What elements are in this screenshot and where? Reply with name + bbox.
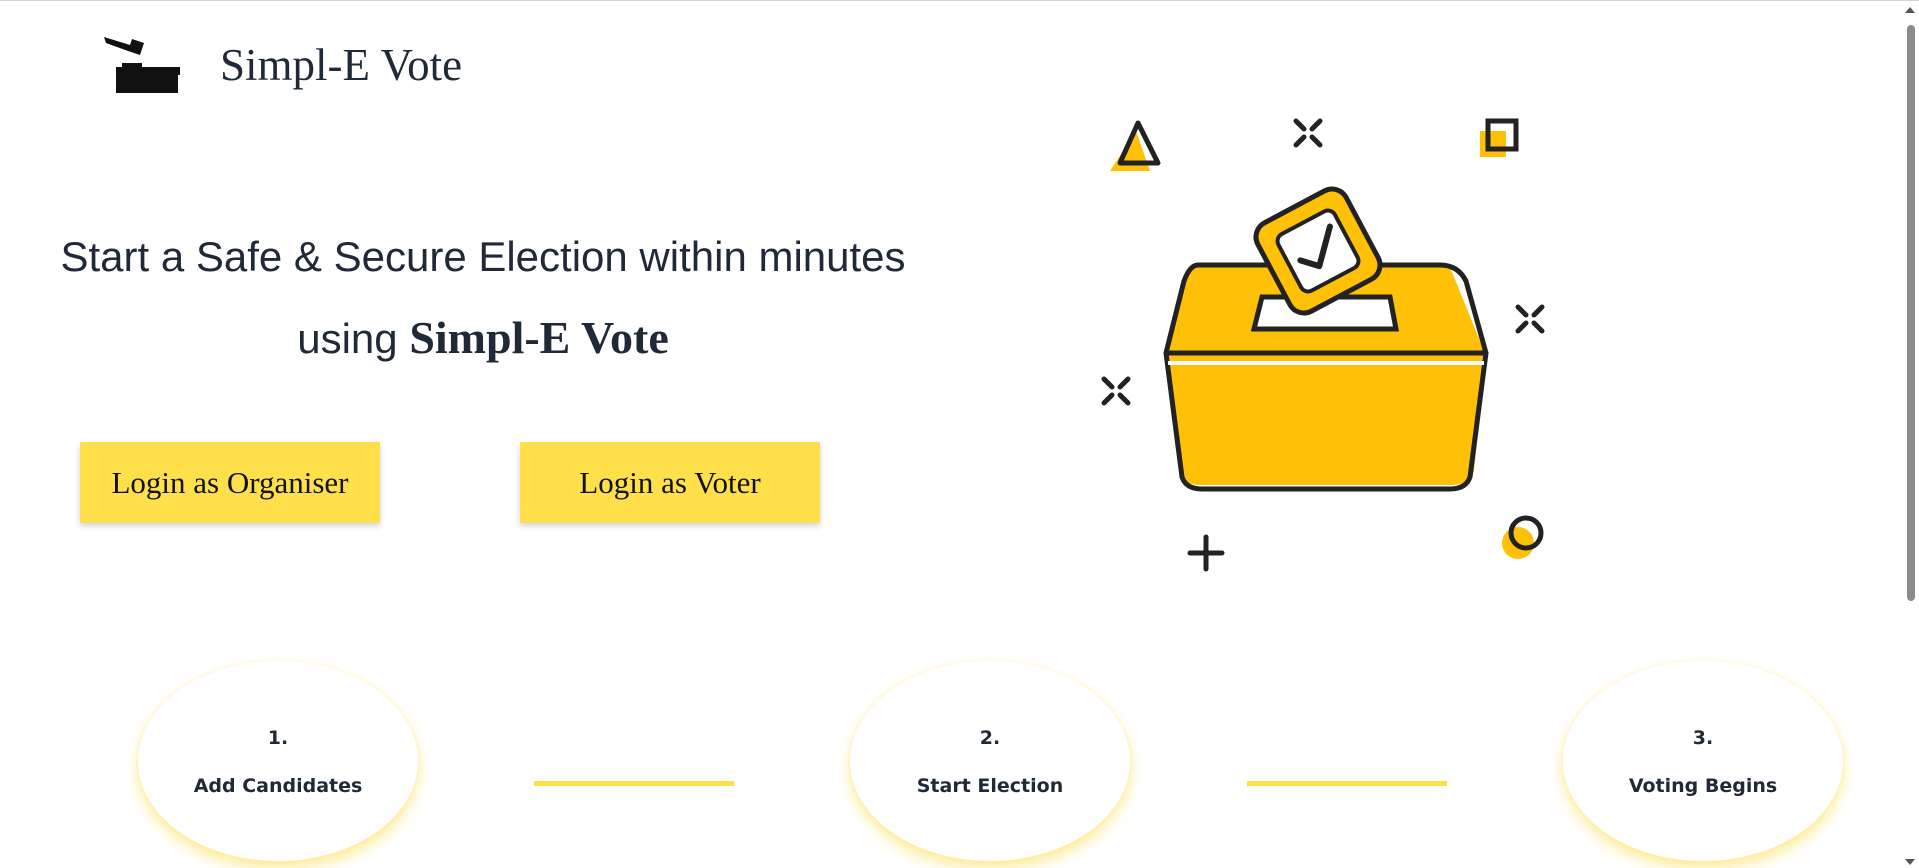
brand-name: Simpl-E Vote [220, 40, 463, 90]
step-connector [534, 781, 734, 786]
step-connector [1247, 781, 1447, 786]
step-label: Start Election [916, 775, 1064, 797]
square-decoration [1480, 131, 1506, 157]
step-voting-begins: 3. Voting Begins [1563, 661, 1843, 861]
sparkle-icon [1293, 118, 1323, 148]
plus-icon [1187, 534, 1225, 572]
login-voter-button[interactable]: Login as Voter [520, 442, 820, 523]
vertical-scrollbar[interactable] [1902, 1, 1919, 868]
ballot-drop-icon [104, 37, 180, 93]
login-organiser-button[interactable]: Login as Organiser [80, 442, 380, 523]
hero-subline-prefix: using [297, 315, 410, 362]
step-label: Voting Begins [1628, 775, 1778, 797]
scrollbar-thumb[interactable] [1907, 25, 1915, 601]
ballot-box-illustration [1101, 118, 1545, 572]
step-number: 3. [1692, 727, 1714, 749]
step-number: 2. [979, 727, 1001, 749]
scroll-down-arrow-icon[interactable] [1905, 859, 1915, 865]
sparkle-icon [1515, 304, 1545, 334]
sparkle-icon [1101, 376, 1131, 406]
scroll-up-arrow-icon[interactable] [1905, 7, 1915, 13]
hero-subline: using Simpl-E Vote [0, 311, 966, 364]
step-label: Add Candidates [193, 775, 363, 797]
ballot-box-body [1168, 355, 1486, 485]
hero-brand-name: Simpl-E Vote [409, 312, 669, 363]
step-add-candidates: 1. Add Candidates [138, 661, 418, 861]
hero-headline: Start a Safe & Secure Election within mi… [60, 233, 906, 280]
logo[interactable] [100, 29, 184, 95]
step-start-election: 2. Start Election [850, 661, 1130, 861]
step-number: 1. [267, 727, 289, 749]
